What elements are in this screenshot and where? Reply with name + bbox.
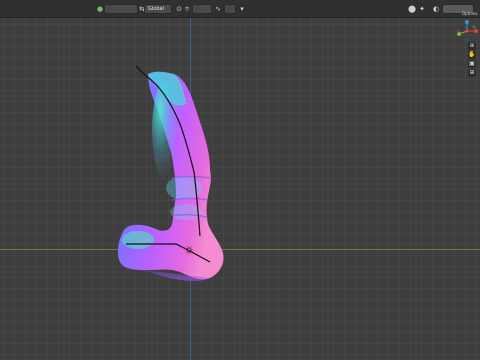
overlay-icon[interactable]: ◐: [432, 4, 440, 14]
select-mode-buttons[interactable]: [104, 4, 138, 14]
snap-icon[interactable]: ⌾: [183, 4, 191, 14]
viewport-header: ● ⇆ Global ⊙ ⌾ ∿ ▾ ⬤ ✦ ◐ Options: [0, 0, 480, 18]
options-label[interactable]: Options: [462, 11, 477, 17]
navigation-buttons: ⊕ ✋ ▣ ⊞: [468, 42, 478, 78]
orientation-value: Global: [148, 6, 164, 12]
sculpt-mesh[interactable]: [0, 0, 480, 360]
zoom-icon[interactable]: ⊕: [468, 42, 476, 50]
pivot-icon[interactable]: ⊙: [175, 4, 183, 14]
view-object-types-icon[interactable]: ⬤: [408, 4, 416, 14]
3d-viewport[interactable]: [0, 0, 480, 360]
gizmo-z-axis[interactable]: [465, 20, 469, 24]
falloff-icon[interactable]: ∿: [214, 4, 222, 14]
gizmo-toggle-icon[interactable]: ✦: [418, 4, 426, 14]
proportional-edit-buttons[interactable]: [192, 4, 212, 14]
visibility-icon[interactable]: ●: [96, 4, 104, 14]
mesh-highlight-foot: [122, 231, 154, 249]
gizmo-y-axis[interactable]: [457, 32, 461, 36]
mesh-highlight-neck: [152, 80, 180, 180]
hand-pan-icon[interactable]: ✋: [468, 51, 476, 59]
camera-icon[interactable]: ▣: [468, 60, 476, 68]
gizmo-x-axis[interactable]: [474, 29, 478, 33]
filter-icon[interactable]: ▾: [238, 4, 246, 14]
filter-button[interactable]: [224, 4, 236, 14]
orientation-dropdown[interactable]: Global: [144, 4, 172, 14]
perspective-grid-icon[interactable]: ⊞: [468, 69, 476, 77]
navigation-gizmo[interactable]: [456, 20, 478, 42]
